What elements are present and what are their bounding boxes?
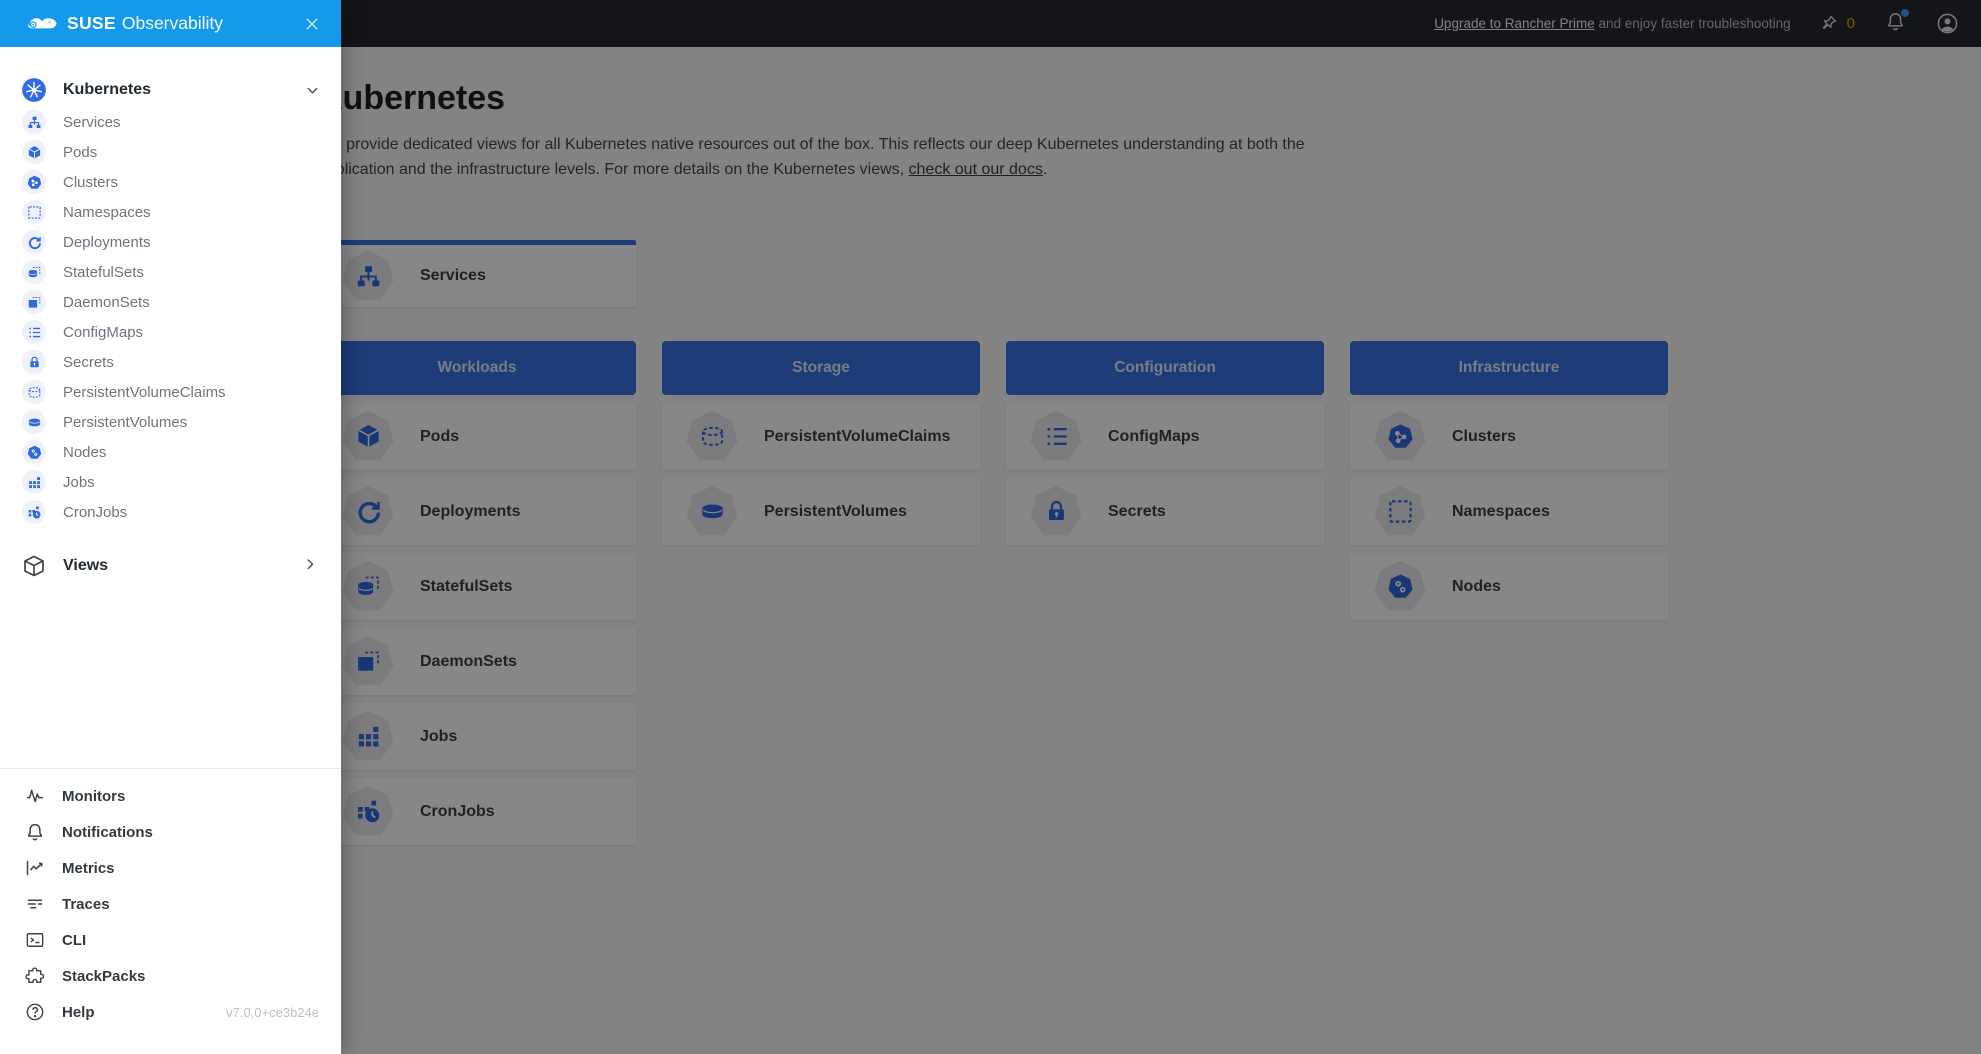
statefulsets-icon xyxy=(27,265,42,280)
views-cube-icon xyxy=(22,554,46,578)
sidebar-item-configmaps[interactable]: ConfigMaps xyxy=(0,317,341,347)
sidebar-item-label: CronJobs xyxy=(63,504,127,521)
configmaps-icon xyxy=(27,325,42,340)
cli-icon xyxy=(25,930,45,950)
help-icon xyxy=(25,1002,45,1022)
sidebar-item-label: ConfigMaps xyxy=(63,324,143,341)
sidebar-item-pods[interactable]: Pods xyxy=(0,137,341,167)
sidebar-item-label: Deployments xyxy=(63,234,151,251)
nodes-icon xyxy=(27,445,42,460)
suse-logo-icon xyxy=(27,14,59,34)
sidebar-item-namespaces[interactable]: Namespaces xyxy=(0,197,341,227)
sidebar-item-label: CLI xyxy=(62,932,86,949)
sidebar-item-label: PersistentVolumeClaims xyxy=(63,384,226,401)
sidebar-item-badge xyxy=(22,230,46,254)
kubernetes-icon xyxy=(21,77,47,103)
sidebar-item-badge xyxy=(22,170,46,194)
metrics-icon xyxy=(25,858,45,878)
sidebar-item-badge xyxy=(22,290,46,314)
deployments-icon xyxy=(27,235,42,250)
sidebar-item-badge xyxy=(22,470,46,494)
sidebar-item-label: StatefulSets xyxy=(63,264,144,281)
sidebar-item-secrets[interactable]: Secrets xyxy=(0,347,341,377)
pods-icon xyxy=(27,145,42,160)
sidebar-item-label: Kubernetes xyxy=(63,81,151,99)
sidebar-item-label: Metrics xyxy=(62,860,115,877)
jobs-icon xyxy=(27,475,42,490)
sidebar-item-jobs[interactable]: Jobs xyxy=(0,467,341,497)
sidebar-item-notifications[interactable]: Notifications xyxy=(0,814,341,850)
traces-icon xyxy=(25,894,45,914)
sidebar-item-badge xyxy=(22,200,46,224)
sidebar-item-badge xyxy=(22,410,46,434)
sidebar-item-persistentvolumes[interactable]: PersistentVolumes xyxy=(0,407,341,437)
sidebar-item-metrics[interactable]: Metrics xyxy=(0,850,341,886)
sidebar-item-label: Jobs xyxy=(63,474,95,491)
namespaces-icon xyxy=(27,205,42,220)
kubernetes-subitems: Services Pods Clusters Namespaces Deploy… xyxy=(0,107,341,527)
sidebar-item-persistentvolumeclaims[interactable]: PersistentVolumeClaims xyxy=(0,377,341,407)
cronjobs-icon xyxy=(27,505,42,520)
sidebar-item-label: PersistentVolumes xyxy=(63,414,187,431)
drawer-nav: Kubernetes Services Pods Clusters Namesp… xyxy=(0,47,341,768)
sidebar-item-statefulsets[interactable]: StatefulSets xyxy=(0,257,341,287)
persistentvolumes-icon xyxy=(27,415,42,430)
sidebar-item-badge xyxy=(22,350,46,374)
sidebar-item-cronjobs[interactable]: CronJobs xyxy=(0,497,341,527)
notifications-icon xyxy=(25,822,45,842)
drawer-header: SUSE Observability xyxy=(0,0,341,47)
persistentvolumeclaims-icon xyxy=(27,385,42,400)
clusters-icon xyxy=(27,175,42,190)
navigation-drawer: SUSE Observability Kubernetes Services P… xyxy=(0,0,341,1054)
sidebar-item-badge xyxy=(22,380,46,404)
sidebar-item-label: Monitors xyxy=(62,788,125,805)
sidebar-item-label: StackPacks xyxy=(62,968,145,985)
brand-product: Observability xyxy=(122,13,223,34)
brand-suse: SUSE xyxy=(67,13,116,34)
sidebar-item-services[interactable]: Services xyxy=(0,107,341,137)
sidebar-item-label: Pods xyxy=(63,144,97,161)
sidebar-item-label: DaemonSets xyxy=(63,294,150,311)
sidebar-item-badge xyxy=(22,440,46,464)
sidebar-item-cli[interactable]: CLI xyxy=(0,922,341,958)
sidebar-item-monitors[interactable]: Monitors xyxy=(0,778,341,814)
monitors-icon xyxy=(25,786,45,806)
chevron-down-icon xyxy=(304,82,321,99)
daemonsets-icon xyxy=(27,295,42,310)
sidebar-item-label: Views xyxy=(63,557,108,575)
secrets-icon xyxy=(27,355,42,370)
sidebar-item-label: Help xyxy=(62,1004,95,1021)
sidebar-item-label: Traces xyxy=(62,896,110,913)
services-icon xyxy=(27,115,42,130)
app-window: Upgrade to Rancher Prime and enjoy faste… xyxy=(0,0,1981,1054)
chevron-right-icon xyxy=(304,558,321,575)
sidebar-item-nodes[interactable]: Nodes xyxy=(0,437,341,467)
sidebar-item-badge xyxy=(22,260,46,284)
sidebar-item-label: Nodes xyxy=(63,444,106,461)
sidebar-item-clusters[interactable]: Clusters xyxy=(0,167,341,197)
close-icon[interactable] xyxy=(303,15,321,33)
sidebar-item-label: Notifications xyxy=(62,824,153,841)
sidebar-item-traces[interactable]: Traces xyxy=(0,886,341,922)
sidebar-item-label: Namespaces xyxy=(63,204,151,221)
sidebar-item-badge xyxy=(22,110,46,134)
version-label: v7.0.0+ce3b24e xyxy=(226,1005,319,1020)
sidebar-item-stackpacks[interactable]: StackPacks xyxy=(0,958,341,994)
stackpacks-icon xyxy=(25,966,45,986)
sidebar-item-badge xyxy=(22,500,46,524)
sidebar-item-badge xyxy=(22,140,46,164)
drawer-bottom-section: Monitors Notifications Metrics Traces CL… xyxy=(0,768,341,1054)
sidebar-item-label: Clusters xyxy=(63,174,118,191)
sidebar-item-daemonsets[interactable]: DaemonSets xyxy=(0,287,341,317)
sidebar-item-label: Secrets xyxy=(63,354,114,371)
sidebar-item-badge xyxy=(22,320,46,344)
sidebar-item-views[interactable]: Views xyxy=(0,549,341,583)
sidebar-item-deployments[interactable]: Deployments xyxy=(0,227,341,257)
sidebar-item-label: Services xyxy=(63,114,121,131)
sidebar-item-kubernetes[interactable]: Kubernetes xyxy=(0,73,341,107)
